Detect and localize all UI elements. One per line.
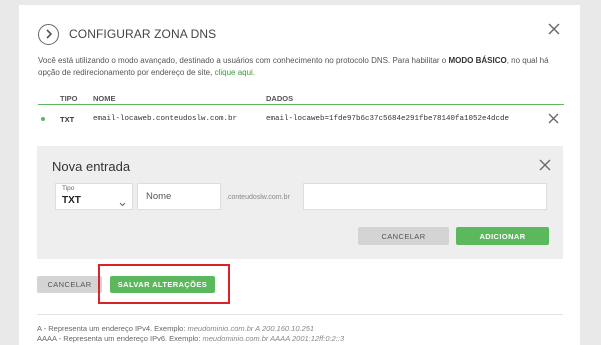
header-tipo: TIPO bbox=[60, 94, 78, 103]
intro-text: Você está utilizando o modo avançado, de… bbox=[38, 55, 568, 79]
intro-bold: MODO BÁSICO bbox=[448, 56, 507, 65]
highlight-annotation bbox=[98, 264, 230, 304]
new-entry-panel: Nova entrada Tipo TXT .conteudoslw.com.b… bbox=[37, 146, 563, 259]
table-header: TIPO NOME DADOS bbox=[38, 91, 564, 105]
legend-example: meudominio.com.br A 200.160.10.251 bbox=[187, 324, 315, 333]
add-entry-button[interactable]: ADICIONAR bbox=[456, 227, 549, 245]
tipo-value: TXT bbox=[62, 195, 81, 206]
header-dados: DADOS bbox=[266, 94, 294, 103]
legend-desc: - Representa um endereço IPv6. Exemplo: bbox=[56, 334, 203, 343]
header-nome: NOME bbox=[93, 94, 116, 103]
nome-input[interactable] bbox=[138, 184, 220, 209]
nome-field[interactable] bbox=[137, 183, 221, 210]
divider bbox=[37, 314, 563, 315]
tipo-select[interactable]: Tipo TXT bbox=[55, 183, 133, 210]
close-icon[interactable] bbox=[547, 22, 561, 36]
row-dados: email-locaweb=1fde97b6c37c5684e291fbe781… bbox=[266, 115, 510, 123]
row-nome: email-locaweb.conteudoslw.com.br bbox=[93, 115, 238, 123]
dialog-header: CONFIGURAR ZONA DNS bbox=[38, 23, 216, 45]
table-row: TXT email-locaweb.conteudoslw.com.br ema… bbox=[38, 109, 564, 131]
close-icon[interactable] bbox=[539, 158, 551, 171]
basic-mode-link[interactable]: clique aqui. bbox=[215, 68, 255, 77]
chevron-right-icon[interactable] bbox=[38, 23, 59, 45]
cancel-button[interactable]: CANCELAR bbox=[37, 276, 102, 293]
legend-type: AAAA bbox=[37, 334, 57, 343]
tipo-label: Tipo bbox=[62, 185, 75, 192]
dados-input[interactable] bbox=[303, 183, 547, 210]
legend-desc: - Representa um endereço IPv4. Exemplo: bbox=[41, 324, 188, 333]
record-legend: A - Representa um endereço IPv4. Exemplo… bbox=[37, 324, 344, 344]
intro-part-1: Você está utilizando o modo avançado, de… bbox=[38, 56, 449, 65]
legend-item: A - Representa um endereço IPv4. Exemplo… bbox=[37, 324, 344, 334]
legend-example: meudominio.com.br AAAA 2001:12ff:0:2::3 bbox=[202, 334, 345, 343]
chevron-down-icon bbox=[119, 195, 126, 207]
domain-suffix: .conteudoslw.com.br bbox=[226, 194, 290, 201]
dialog-title: CONFIGURAR ZONA DNS bbox=[69, 27, 217, 41]
cancel-entry-button[interactable]: CANCELAR bbox=[358, 227, 449, 245]
row-tipo: TXT bbox=[60, 115, 75, 124]
legend-item: AAAA - Representa um endereço IPv6. Exem… bbox=[37, 334, 344, 344]
new-entry-title: Nova entrada bbox=[52, 159, 131, 174]
status-dot bbox=[41, 117, 45, 121]
delete-row-icon[interactable] bbox=[548, 113, 559, 124]
